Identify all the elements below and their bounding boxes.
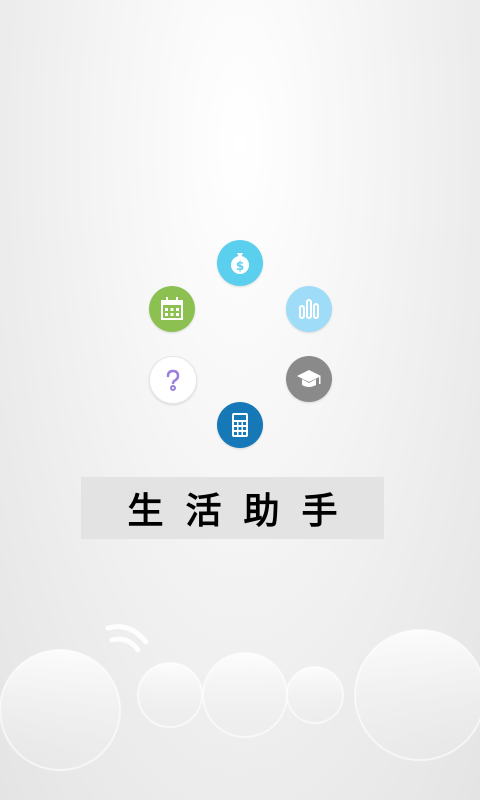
calendar-icon (158, 295, 186, 323)
app-title-banner: 生活助手 (81, 477, 384, 539)
money-bag-icon: $ (227, 250, 253, 276)
cloud-decoration (0, 624, 480, 771)
calculator-icon (228, 411, 252, 439)
bar-chart-icon (296, 296, 322, 322)
stats-button[interactable] (286, 286, 332, 332)
help-button[interactable] (149, 356, 197, 404)
calculator-button[interactable] (217, 402, 263, 448)
education-button[interactable] (286, 356, 332, 402)
finance-button[interactable]: $ (217, 240, 263, 286)
calendar-button[interactable] (149, 286, 195, 332)
graduation-cap-icon (295, 366, 323, 392)
app-title: 生活助手 (127, 490, 360, 532)
svg-text:$: $ (236, 259, 244, 273)
question-icon (160, 367, 186, 393)
